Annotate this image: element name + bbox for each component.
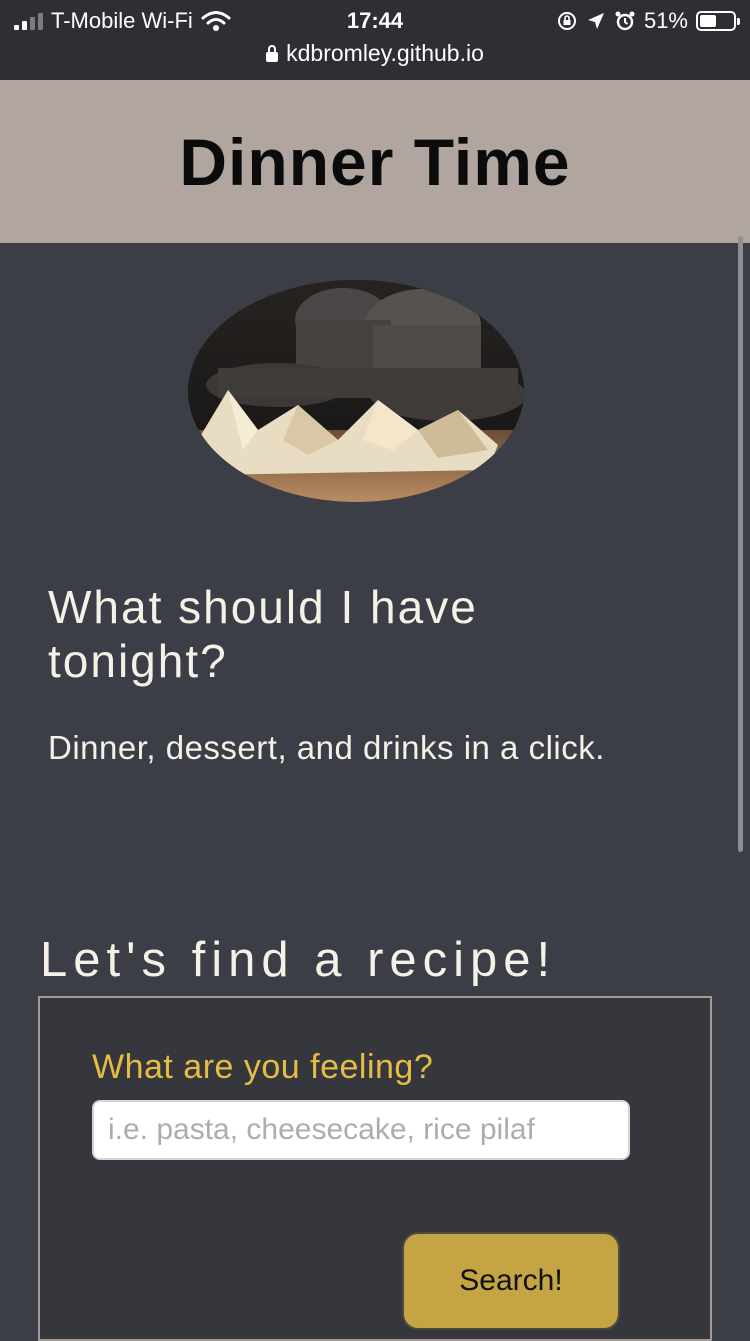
- status-right: 51%: [556, 8, 740, 34]
- recipe-search-input[interactable]: [92, 1100, 630, 1160]
- location-arrow-icon: [587, 13, 604, 29]
- hero-headline: What should I have tonight?: [48, 581, 478, 687]
- search-heading: Let's find a recipe!: [40, 933, 557, 987]
- site-header: Dinner Time: [0, 80, 750, 243]
- hero-tagline: Dinner, dessert, and drinks in a click.: [48, 729, 605, 766]
- battery-icon: [696, 11, 740, 31]
- battery-percent: 51%: [643, 8, 688, 33]
- status-bar: T-Mobile Wi-Fi 17:44 51% kdbromley.githu…: [0, 0, 750, 80]
- alarm-clock-icon: [615, 11, 635, 31]
- search-button[interactable]: Search!: [402, 1232, 620, 1330]
- page-scrollbar[interactable]: [738, 236, 743, 852]
- lock-icon: [266, 44, 279, 62]
- url-text: kdbromley.github.io: [286, 40, 484, 66]
- rotation-lock-icon: [557, 12, 576, 30]
- url-bar[interactable]: kdbromley.github.io: [0, 40, 750, 67]
- hero-food-image: [188, 280, 524, 502]
- recipe-search-panel: What are you feeling? Search!: [38, 996, 712, 1341]
- site-title: Dinner Time: [179, 124, 571, 199]
- search-label: What are you feeling?: [92, 1048, 434, 1086]
